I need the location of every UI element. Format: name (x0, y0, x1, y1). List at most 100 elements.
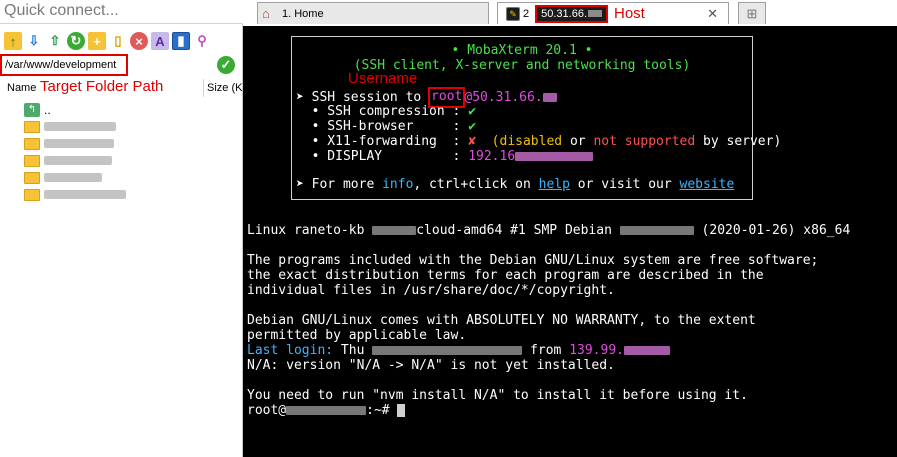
info-link[interactable]: info (382, 177, 413, 192)
cross-icon: ✘ (468, 134, 477, 149)
sftp-toolbar: ↑ ⇩ ⇧ ↻ + ▯ × A ▮ ⚲ (0, 29, 243, 53)
tab-ssh-session[interactable]: ✎ 2 50.31.66. Host ✕ (497, 2, 729, 24)
x11-disabled: (disabled (491, 134, 563, 149)
folder-icon (24, 188, 40, 201)
ssh-host: @50.31.66. (464, 90, 543, 105)
follow-terminal-icon[interactable]: ▮ (172, 32, 190, 50)
blurred-host (542, 93, 557, 102)
cursor (397, 404, 406, 417)
programs-line-2: the exact distribution terms for each pr… (247, 268, 764, 283)
folder-icon (24, 171, 40, 184)
ssh-user: root (431, 89, 463, 104)
settings-wand-icon[interactable]: ⚲ (193, 32, 211, 50)
path-row: /var/www/development ✓ (0, 54, 243, 76)
terminal[interactable]: • MobaXterm 20.1 • (SSH client, X-server… (243, 26, 897, 457)
more-prefix: ➤ For more (296, 177, 383, 192)
check-icon: ✔ (468, 104, 477, 119)
column-divider[interactable] (203, 79, 204, 97)
username-annotation: Username (348, 70, 418, 87)
new-folder-icon[interactable]: + (88, 32, 106, 50)
tab-home[interactable]: ⌂ 1. Home (257, 2, 489, 24)
folder-icon (24, 137, 40, 150)
host-annotation: Host (614, 5, 645, 22)
list-item[interactable] (24, 169, 224, 186)
refresh-icon[interactable]: ↻ (67, 32, 85, 50)
x11-or: or (562, 134, 594, 149)
x11-line: • X11-forwarding : ✘ (disabled or not su… (296, 134, 782, 149)
path-input[interactable]: /var/www/development (0, 54, 128, 76)
prompt-suffix: :~# (366, 403, 398, 418)
blurred-debian-version (619, 226, 694, 235)
linux-mid: cloud-amd64 #1 SMP Debian (416, 223, 620, 238)
blurred-ip (624, 346, 670, 355)
website-link[interactable]: website (680, 177, 735, 192)
rename-icon[interactable]: A (151, 32, 169, 50)
up-folder-icon[interactable]: ↑ (4, 32, 22, 50)
check-icon: ✔ (468, 119, 477, 134)
browser-label: • SSH-browser : (296, 119, 469, 134)
upload-icon[interactable]: ⇧ (46, 32, 64, 50)
programs-line-1: The programs included with the Debian GN… (247, 253, 819, 268)
warranty-line-1: Debian GNU/Linux comes with ABSOLUTELY N… (247, 313, 756, 328)
blurred-name (44, 156, 112, 165)
host-label: 50.31.66. (541, 7, 587, 20)
last-login-label: Last login: (247, 343, 334, 358)
help-link[interactable]: help (539, 177, 570, 192)
blurred-host (588, 10, 602, 18)
linux-version-line: Linux raneto-kb cloud-amd64 #1 SMP Debia… (247, 223, 850, 238)
column-size[interactable]: Size (K (207, 82, 242, 94)
folder-icon (24, 154, 40, 167)
blurred-kernel (372, 226, 417, 235)
nvm-install-line: You need to run "nvm install N/A" to ins… (247, 388, 748, 403)
x11-label: • X11-forwarding : (296, 134, 469, 149)
column-name[interactable]: Name (7, 82, 36, 94)
close-icon[interactable]: ✕ (707, 6, 718, 22)
delete-icon[interactable]: × (130, 32, 148, 50)
list-item[interactable] (24, 186, 224, 203)
blurred-name (44, 190, 126, 199)
parent-folder-icon: ↰ (24, 102, 40, 117)
list-item-label: .. (44, 102, 51, 117)
linux-suffix: (2020-01-26) x86_64 (693, 223, 851, 238)
quick-connect-input[interactable]: Quick connect... (0, 0, 243, 24)
blurred-name (44, 122, 116, 131)
tab-session-number: 2 (523, 7, 530, 20)
blurred-name (44, 173, 102, 182)
plus-icon: ⊞ (746, 5, 758, 21)
download-icon[interactable]: ⇩ (25, 32, 43, 50)
file-list: ↰ .. (24, 101, 224, 203)
ssh-session-prefix: ➤ SSH session to (296, 90, 430, 105)
last-login-line: Last login: Thu from 139.99. (247, 343, 670, 358)
blurred-display (515, 152, 594, 161)
prompt-line[interactable]: root@:~# (247, 403, 406, 418)
new-tab-button[interactable]: ⊞ (738, 2, 766, 24)
list-item[interactable] (24, 152, 224, 169)
path-confirm-icon[interactable]: ✓ (217, 56, 235, 74)
display-label: • DISPLAY : (296, 149, 469, 164)
browser-line: • SSH-browser : ✔ (296, 119, 476, 134)
display-line: • DISPLAY : 192.16 (296, 149, 594, 164)
x11-suffix: by server) (695, 134, 782, 149)
new-file-icon[interactable]: ▯ (109, 32, 127, 50)
display-value: 192.16 (468, 149, 516, 164)
last-login-day: Thu (333, 343, 373, 358)
home-icon: ⌂ (262, 5, 270, 21)
blurred-name (44, 139, 114, 148)
list-item[interactable] (24, 118, 224, 135)
tab-bar: ⌂ 1. Home ✎ 2 50.31.66. Host ✕ ⊞ (243, 0, 897, 26)
warranty-line-2: permitted by applicable law. (247, 328, 467, 343)
more-middle: , ctrl+click on (413, 177, 539, 192)
ssh-session-line: ➤ SSH session to root @50.31.66. (296, 87, 557, 108)
target-folder-annotation: Target Folder Path (40, 78, 164, 95)
welcome-banner: • MobaXterm 20.1 • (SSH client, X-server… (291, 36, 781, 200)
compression-label: • SSH compression : (296, 104, 469, 119)
blurred-login-date (372, 346, 523, 355)
last-login-ip: 139.99. (569, 343, 624, 358)
linux-prefix: Linux raneto-kb (247, 223, 373, 238)
more-or: or visit our (569, 177, 680, 192)
list-item[interactable] (24, 135, 224, 152)
host-highlight: 50.31.66. (535, 4, 608, 23)
list-item-parent[interactable]: ↰ .. (24, 101, 224, 118)
sftp-sidebar: Quick connect... ↑ ⇩ ⇧ ↻ + ▯ × A ▮ ⚲ /va… (0, 0, 243, 457)
nvm-version-line: N/A: version "N/A -> N/A" is not yet ins… (247, 358, 615, 373)
